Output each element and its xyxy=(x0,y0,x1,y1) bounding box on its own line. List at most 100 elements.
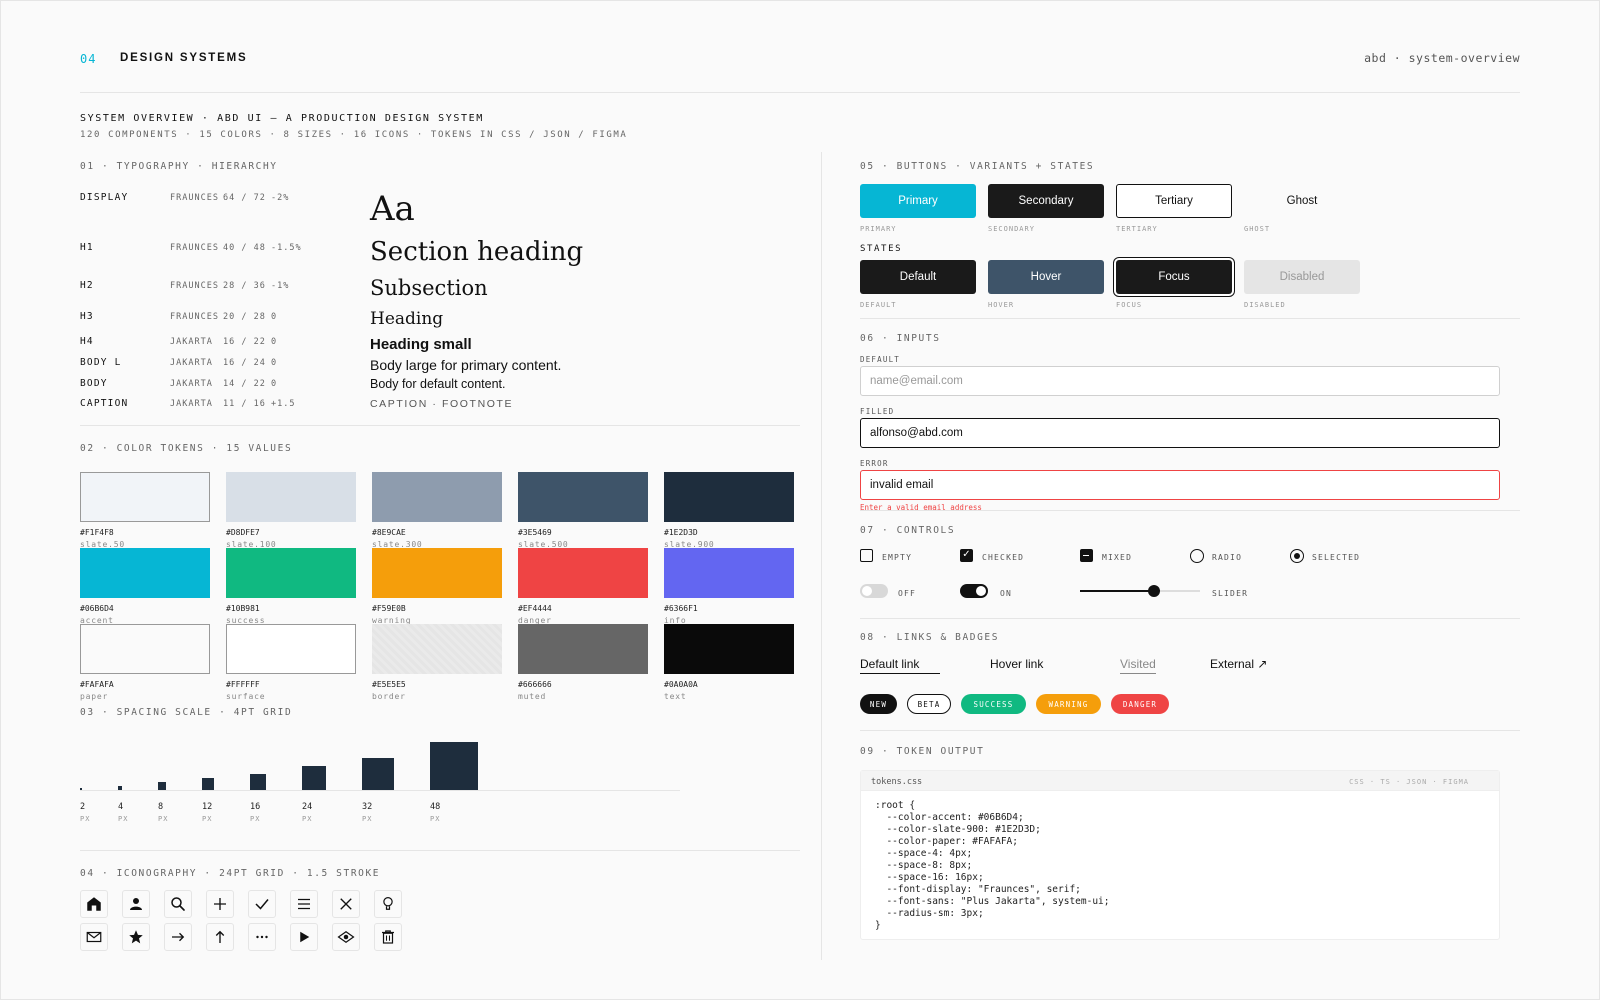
badge-new: NEW xyxy=(860,694,897,714)
user-icon[interactable] xyxy=(122,890,150,918)
arrow-right-icon xyxy=(172,932,185,942)
swatch-name: surface xyxy=(226,692,266,701)
more-icon[interactable] xyxy=(248,923,276,951)
color-swatch[interactable] xyxy=(226,548,356,598)
divider xyxy=(860,510,1520,511)
search-icon xyxy=(171,897,185,911)
toggle-off[interactable] xyxy=(860,584,888,598)
error-input-label: ERROR xyxy=(860,459,889,468)
check-icon[interactable] xyxy=(248,890,276,918)
color-swatch[interactable] xyxy=(518,548,648,598)
eye-icon[interactable] xyxy=(332,923,360,951)
external-link[interactable]: External ↗ xyxy=(1210,657,1267,671)
default-state-button[interactable]: Default xyxy=(860,260,976,294)
star-icon[interactable] xyxy=(122,923,150,951)
icons-heading: 04 · ICONOGRAPHY · 24PT GRID · 1.5 STROK… xyxy=(80,868,381,879)
color-swatch[interactable] xyxy=(518,472,648,522)
type-token-size: 64 / 72 xyxy=(223,193,266,203)
controls-heading: 07 · CONTROLS xyxy=(860,525,956,536)
plus-icon[interactable] xyxy=(206,890,234,918)
overview-subtitle: 120 COMPONENTS · 15 COLORS · 8 SIZES · 1… xyxy=(80,130,628,140)
checkbox-checked[interactable]: ✓ xyxy=(960,549,973,562)
radio-selected[interactable] xyxy=(1290,549,1304,563)
ghost-button[interactable]: Ghost xyxy=(1244,184,1360,218)
code-panel: tokens.css CSS · TS · JSON · FIGMA :root… xyxy=(860,770,1500,940)
spacing-heading: 03 · SPACING SCALE · 4PT GRID xyxy=(80,707,293,718)
focus-state-button[interactable]: Focus xyxy=(1116,260,1232,294)
lightbulb-icon[interactable] xyxy=(374,890,402,918)
color-swatch[interactable] xyxy=(226,624,356,674)
more-icon xyxy=(256,935,268,939)
type-sample: Aa xyxy=(370,189,415,229)
color-swatch[interactable] xyxy=(664,472,794,522)
checkbox-empty[interactable] xyxy=(860,549,873,562)
color-swatch[interactable] xyxy=(226,472,356,522)
home-icon[interactable] xyxy=(80,890,108,918)
button-caption: TERTIARY xyxy=(1116,225,1158,233)
color-swatch[interactable] xyxy=(372,548,502,598)
type-token-tracking: -2% xyxy=(271,193,290,203)
user-icon xyxy=(130,898,142,910)
type-token-font: JAKARTA xyxy=(170,337,213,347)
type-sample: CAPTION · FOOTNOTE xyxy=(370,398,514,410)
code-content: :root { --color-accent: #06B6D4; --color… xyxy=(875,800,1110,931)
color-swatch[interactable] xyxy=(80,548,210,598)
swatch-hex: #06B6D4 xyxy=(80,604,114,613)
arrow-right-icon[interactable] xyxy=(164,923,192,951)
plus-icon xyxy=(214,898,226,910)
swatch-hex: #EF4444 xyxy=(518,604,552,613)
type-token-size: 40 / 48 xyxy=(223,243,266,253)
color-swatch[interactable] xyxy=(80,472,210,522)
search-icon[interactable] xyxy=(164,890,192,918)
type-sample: Body large for primary content. xyxy=(370,357,562,373)
toggle-off-label: OFF xyxy=(898,589,917,598)
swatch-hex: #D8DFE7 xyxy=(226,528,260,537)
primary-button[interactable]: Primary xyxy=(860,184,976,218)
hover-state-button[interactable]: Hover xyxy=(988,260,1104,294)
slider-fill xyxy=(1080,590,1155,592)
spacing-value: 48 xyxy=(430,802,441,812)
type-token-font: JAKARTA xyxy=(170,399,213,409)
arrow-up-icon[interactable] xyxy=(206,923,234,951)
hover-link[interactable]: Hover link xyxy=(990,657,1043,671)
swatch-hex: #F1F4F8 xyxy=(80,528,114,537)
breadcrumb: abd · system-overview xyxy=(1364,51,1520,65)
color-swatch[interactable] xyxy=(664,624,794,674)
spacing-bar xyxy=(250,774,266,790)
email-input-default[interactable]: name@email.com xyxy=(860,366,1500,396)
close-icon[interactable] xyxy=(332,890,360,918)
color-swatch[interactable] xyxy=(372,624,502,674)
radio-empty[interactable] xyxy=(1190,549,1204,563)
mail-icon[interactable] xyxy=(80,923,108,951)
trash-icon[interactable] xyxy=(374,923,402,951)
type-token-size: 16 / 22 xyxy=(223,337,266,347)
type-token-tracking: 0 xyxy=(271,337,278,347)
type-sample: Body for default content. xyxy=(370,377,506,391)
arrow-up-icon xyxy=(215,930,225,943)
email-input-error[interactable]: invalid email xyxy=(860,470,1500,500)
secondary-button[interactable]: Secondary xyxy=(988,184,1104,218)
email-input-filled[interactable]: alfonso@abd.com xyxy=(860,418,1500,448)
color-swatch[interactable] xyxy=(518,624,648,674)
swatch-hex: #666666 xyxy=(518,680,552,689)
color-swatch[interactable] xyxy=(664,548,794,598)
toggle-on[interactable] xyxy=(960,584,988,598)
tertiary-button[interactable]: Tertiary xyxy=(1116,184,1232,218)
type-token-font: JAKARTA xyxy=(170,358,213,368)
radio-selected-label: SELECTED xyxy=(1312,553,1361,562)
type-token-tracking: -1.5% xyxy=(271,243,302,253)
color-swatch[interactable] xyxy=(372,472,502,522)
lightbulb-icon xyxy=(383,897,393,910)
checkbox-empty-label: EMPTY xyxy=(882,553,913,562)
play-icon[interactable] xyxy=(290,923,318,951)
code-formats[interactable]: CSS · TS · JSON · FIGMA xyxy=(1349,778,1469,786)
color-swatch[interactable] xyxy=(80,624,210,674)
visited-link[interactable]: Visited xyxy=(1120,657,1156,674)
mail-icon xyxy=(86,931,102,943)
spacing-value: 12 xyxy=(202,802,213,812)
overview-title: SYSTEM OVERVIEW · ABD UI — A PRODUCTION … xyxy=(80,113,484,124)
menu-icon[interactable] xyxy=(290,890,318,918)
default-link[interactable]: Default link xyxy=(860,657,940,674)
checkbox-mixed[interactable] xyxy=(1080,549,1093,562)
slider-track[interactable] xyxy=(1080,585,1200,597)
